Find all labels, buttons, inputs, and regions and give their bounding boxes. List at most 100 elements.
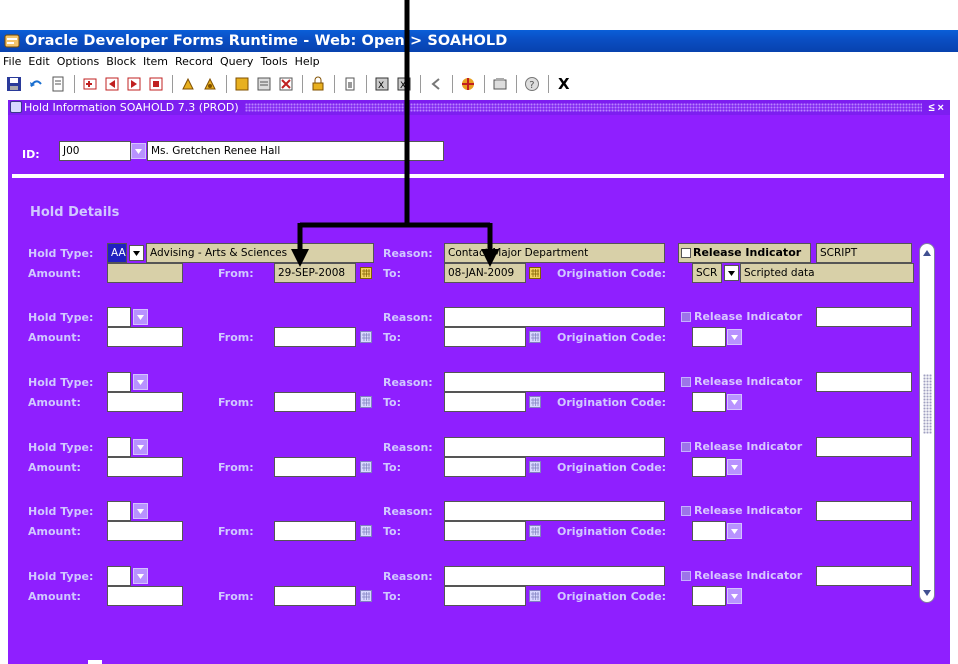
from-date-field[interactable] xyxy=(274,586,356,606)
print-icon[interactable] xyxy=(48,74,68,94)
delete-record-icon[interactable] xyxy=(340,74,360,94)
about-icon[interactable] xyxy=(490,74,510,94)
origination-code-dropdown-button[interactable] xyxy=(727,523,742,539)
reason-field[interactable]: Contact Major Department xyxy=(444,243,665,263)
menu-file[interactable]: File xyxy=(3,55,21,68)
question-icon[interactable]: ? xyxy=(522,74,542,94)
amount-field[interactable] xyxy=(107,263,183,283)
form-window-controls[interactable]: ≤ × xyxy=(922,102,950,114)
origination-code-field[interactable]: SCR xyxy=(692,263,722,283)
from-date-calendar-button[interactable] xyxy=(359,460,373,474)
to-date-calendar-button[interactable] xyxy=(528,395,542,409)
to-date-field[interactable] xyxy=(444,457,526,477)
list-icon[interactable]: X xyxy=(394,74,414,94)
hold-type-dropdown-button[interactable] xyxy=(133,374,148,390)
to-date-calendar-button[interactable] xyxy=(528,266,542,280)
from-date-calendar-button[interactable] xyxy=(359,395,373,409)
insert-record-icon[interactable] xyxy=(80,74,100,94)
from-date-calendar-button[interactable] xyxy=(359,330,373,344)
hold-type-dropdown-button[interactable] xyxy=(129,245,144,261)
origination-code-field[interactable] xyxy=(692,392,726,412)
origination-code-field[interactable] xyxy=(692,586,726,606)
origination-code-dropdown-button[interactable] xyxy=(727,329,742,345)
origination-code-dropdown-button[interactable] xyxy=(727,394,742,410)
scroll-down-icon[interactable] xyxy=(921,587,933,599)
duplicate-icon[interactable]: X xyxy=(372,74,392,94)
back-icon[interactable] xyxy=(426,74,446,94)
enter-query-icon[interactable] xyxy=(178,74,198,94)
hold-type-code-field[interactable]: AA xyxy=(107,243,127,263)
release-indicator-checkbox[interactable] xyxy=(681,506,691,516)
reason-field[interactable] xyxy=(444,372,665,392)
from-date-field[interactable] xyxy=(274,457,356,477)
hold-type-dropdown-button[interactable] xyxy=(133,568,148,584)
to-date-calendar-button[interactable] xyxy=(528,460,542,474)
from-date-calendar-button[interactable] xyxy=(359,589,373,603)
to-date-calendar-button[interactable] xyxy=(528,330,542,344)
release-indicator-checkbox[interactable] xyxy=(681,442,691,452)
to-date-calendar-button[interactable] xyxy=(528,589,542,603)
to-date-field[interactable]: 08-JAN-2009 xyxy=(444,263,526,283)
release-indicator-checkbox[interactable] xyxy=(681,377,691,387)
from-date-field[interactable] xyxy=(274,327,356,347)
menu-query[interactable]: Query xyxy=(220,55,253,68)
hold-type-code-field[interactable] xyxy=(107,566,131,586)
scroll-up-icon[interactable] xyxy=(921,247,933,259)
origination-code-dropdown-button[interactable] xyxy=(727,588,742,604)
menu-block[interactable]: Block xyxy=(106,55,136,68)
from-date-field[interactable] xyxy=(274,521,356,541)
menu-edit[interactable]: Edit xyxy=(28,55,49,68)
reason-field[interactable] xyxy=(444,501,665,521)
amount-field[interactable] xyxy=(107,457,183,477)
rollback-icon[interactable] xyxy=(26,74,46,94)
release-indicator-checkbox[interactable] xyxy=(681,248,691,258)
from-date-calendar-button[interactable] xyxy=(359,266,373,280)
id-search-button[interactable] xyxy=(131,143,146,159)
scroll-grip[interactable] xyxy=(923,374,932,434)
cancel-query-icon[interactable] xyxy=(232,74,252,94)
insert-icon[interactable] xyxy=(276,74,296,94)
to-date-calendar-button[interactable] xyxy=(528,524,542,538)
remove-record-icon[interactable] xyxy=(254,74,274,94)
origination-code-dropdown-button[interactable] xyxy=(727,459,742,475)
from-date-calendar-button[interactable] xyxy=(359,524,373,538)
help-icon[interactable] xyxy=(458,74,478,94)
execute-query-icon[interactable] xyxy=(200,74,220,94)
origination-code-dropdown-button[interactable] xyxy=(724,265,739,281)
menu-item[interactable]: Item xyxy=(143,55,168,68)
hold-type-dropdown-button[interactable] xyxy=(133,309,148,325)
to-date-field[interactable] xyxy=(444,327,526,347)
menu-tools[interactable]: Tools xyxy=(260,55,287,68)
previous-block-icon[interactable] xyxy=(102,74,122,94)
menu-record[interactable]: Record xyxy=(175,55,213,68)
reason-field[interactable] xyxy=(444,437,665,457)
hold-type-dropdown-button[interactable] xyxy=(133,503,148,519)
origination-code-field[interactable] xyxy=(692,457,726,477)
hold-type-code-field[interactable] xyxy=(107,372,131,392)
to-date-field[interactable] xyxy=(444,392,526,412)
menu-options[interactable]: Options xyxy=(57,55,99,68)
save-icon[interactable] xyxy=(4,74,24,94)
from-date-field[interactable] xyxy=(274,392,356,412)
amount-field[interactable] xyxy=(107,327,183,347)
previous-record-icon[interactable] xyxy=(146,74,166,94)
release-indicator-checkbox[interactable] xyxy=(681,312,691,322)
origination-code-field[interactable] xyxy=(692,521,726,541)
reason-field[interactable] xyxy=(444,566,665,586)
origination-code-field[interactable] xyxy=(692,327,726,347)
records-scrollbar[interactable] xyxy=(919,243,935,603)
next-block-icon[interactable] xyxy=(124,74,144,94)
hold-type-dropdown-button[interactable] xyxy=(133,439,148,455)
to-date-field[interactable] xyxy=(444,586,526,606)
amount-field[interactable] xyxy=(107,586,183,606)
hold-type-code-field[interactable] xyxy=(107,307,131,327)
release-indicator-checkbox[interactable] xyxy=(681,571,691,581)
exit-button[interactable]: X xyxy=(558,75,570,93)
lock-record-icon[interactable] xyxy=(308,74,328,94)
hold-type-code-field[interactable] xyxy=(107,501,131,521)
id-field[interactable]: J00 xyxy=(59,141,131,161)
hold-type-code-field[interactable] xyxy=(107,437,131,457)
reason-field[interactable] xyxy=(444,307,665,327)
menu-help[interactable]: Help xyxy=(295,55,320,68)
to-date-field[interactable] xyxy=(444,521,526,541)
